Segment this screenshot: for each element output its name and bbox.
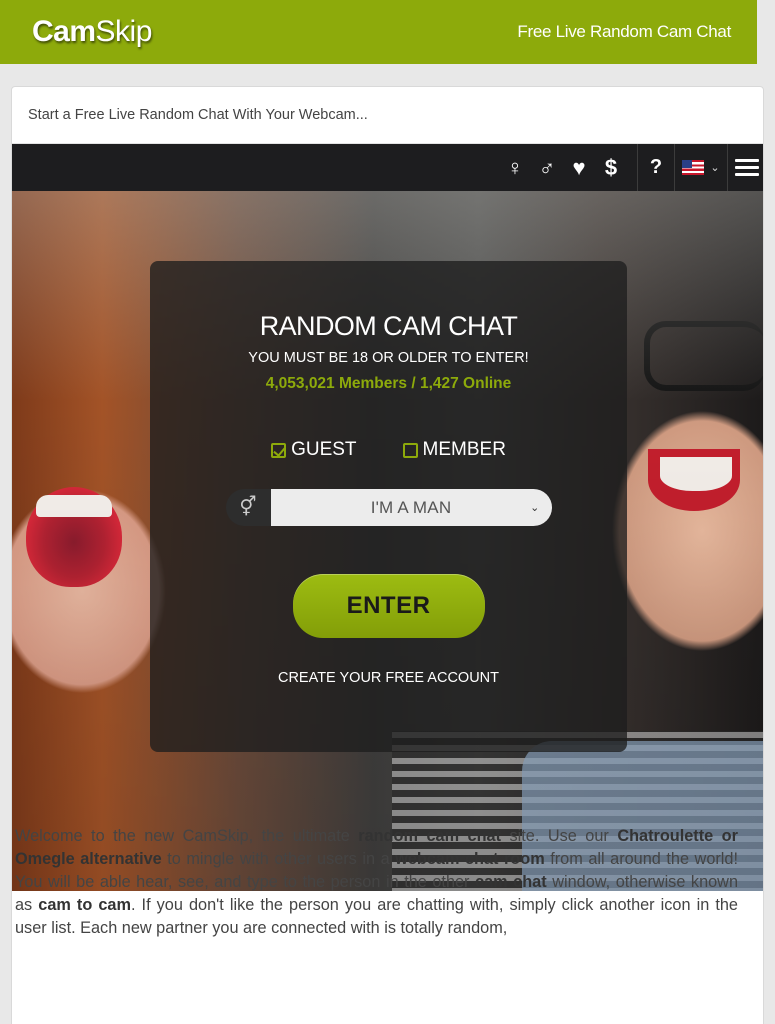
guest-label: GUEST: [291, 439, 357, 460]
header-tagline: Free Live Random Cam Chat: [517, 22, 731, 41]
login-mode-options: GUEST MEMBER: [150, 439, 627, 461]
chevron-down-icon: ⌄: [710, 162, 720, 174]
desc-bold: cam to cam: [38, 896, 131, 914]
desc-bold: webcam chat room: [395, 850, 545, 868]
hero-photo-smile: [648, 449, 740, 511]
age-notice: YOU MUST BE 18 OR OLDER TO ENTER!: [248, 350, 529, 366]
gender-selected-text: I'M A MAN: [370, 497, 452, 517]
chat-toolbar: ♀ ♂ ♥ $ ? ⌄: [12, 144, 763, 191]
checkbox-checked-icon: [271, 442, 287, 458]
dollar-icon[interactable]: $: [595, 144, 627, 191]
guest-option[interactable]: GUEST: [271, 439, 357, 461]
checkbox-empty-icon: [402, 442, 418, 458]
site-description: Welcome to the new CamSkip, the ultimate…: [15, 825, 738, 940]
enter-button[interactable]: ENTER: [292, 574, 485, 638]
hamburger-icon: [734, 155, 759, 180]
logo-regular-part: Skip: [95, 15, 153, 48]
login-panel: RANDOM CAM CHAT YOU MUST BE 18 OR OLDER …: [150, 261, 627, 752]
dropdown-chevron-icon: ⌄: [530, 502, 540, 514]
gender-symbol-icon: ⚥: [225, 489, 271, 526]
female-icon[interactable]: ♀: [499, 144, 531, 191]
member-stats: 4,053,021 Members / 1,427 Online: [265, 375, 512, 392]
member-label: MEMBER: [422, 439, 506, 460]
logo-bold-part: Cam: [32, 15, 96, 48]
desc-bold: random cam chat: [358, 827, 502, 845]
heart-icon[interactable]: ♥: [563, 144, 595, 191]
help-button[interactable]: ?: [637, 144, 674, 191]
hero-photo-teeth: [36, 495, 112, 517]
hero-banner: RANDOM CAM CHAT YOU MUST BE 18 OR OLDER …: [12, 191, 763, 891]
language-selector[interactable]: ⌄: [674, 144, 727, 191]
desc-text: Welcome to the new CamSkip, the ultimate: [15, 827, 359, 845]
desc-bold: cam chat: [475, 873, 547, 891]
desc-text: site. Use our: [501, 827, 618, 845]
panel-title: RANDOM CAM CHAT: [259, 311, 518, 341]
us-flag-icon: [682, 160, 705, 175]
male-icon[interactable]: ♂: [531, 144, 563, 191]
menu-button[interactable]: [727, 144, 763, 191]
desc-text: to mingle with other users in a: [161, 850, 396, 868]
create-account-link[interactable]: CREATE YOUR FREE ACCOUNT: [150, 670, 627, 686]
gender-select[interactable]: ⚥ I'M A MAN ⌄: [225, 489, 552, 526]
gender-select-value[interactable]: I'M A MAN ⌄: [270, 489, 552, 526]
intro-text: Start a Free Live Random Chat With Your …: [12, 87, 763, 144]
top-header: Cam Skip Free Live Random Cam Chat: [0, 0, 757, 64]
hero-photo-glasses: [644, 321, 763, 391]
member-option[interactable]: MEMBER: [402, 439, 506, 461]
hero-photo-mouth: [26, 487, 122, 587]
camskip-logo[interactable]: Cam Skip: [32, 15, 152, 49]
hero-photo-smile-teeth: [660, 457, 732, 491]
